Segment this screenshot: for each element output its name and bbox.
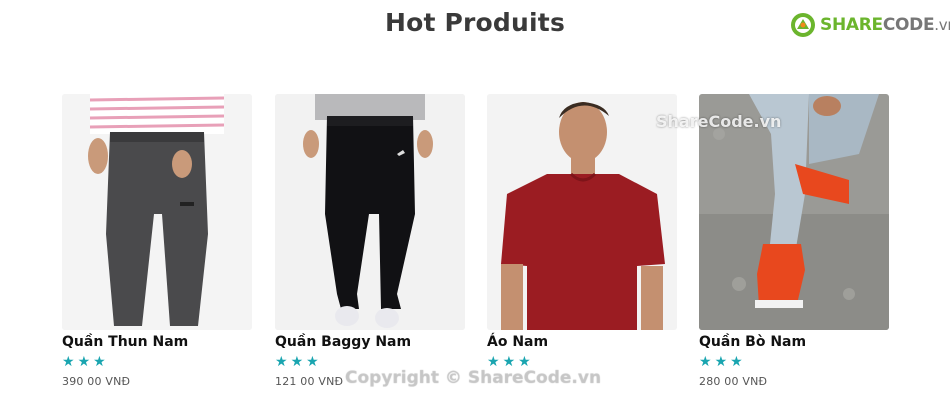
rating-stars: ★ ★ ★ — [699, 354, 889, 370]
product-card[interactable]: Quần Baggy Nam ★ ★ ★ 121 00 VNĐ — [275, 94, 465, 388]
watermark-center: ShareCode.vn — [656, 112, 782, 131]
product-card[interactable]: Quần Bò Nam ★ ★ ★ 280 00 VNĐ — [699, 94, 889, 388]
star-icon: ★ — [730, 354, 743, 370]
sharecode-logo-icon — [791, 13, 815, 37]
star-icon: ★ — [306, 354, 319, 370]
star-icon: ★ — [714, 354, 728, 370]
logo-vn-text: .vn — [934, 16, 950, 34]
product-image-black-pants[interactable] — [275, 94, 465, 330]
star-icon: ★ — [93, 354, 106, 370]
star-icon: ★ — [290, 354, 304, 370]
star-icon: ★ — [77, 354, 91, 370]
product-card[interactable]: Quần Thun Nam ★ ★ ★ 390 00 VNĐ — [62, 94, 252, 388]
product-name[interactable]: Quần Baggy Nam — [275, 332, 465, 352]
sharecode-logo[interactable]: SHARECODE.vn — [790, 12, 950, 38]
product-name[interactable]: Áo Nam — [487, 332, 677, 352]
logo-code-text: CODE — [882, 15, 935, 35]
product-image-red-tshirt[interactable] — [487, 94, 677, 330]
product-name[interactable]: Quần Bò Nam — [699, 332, 889, 352]
product-name[interactable]: Quần Thun Nam — [62, 332, 252, 352]
star-icon: ★ — [275, 354, 288, 370]
star-icon: ★ — [699, 354, 712, 370]
product-grid: Quần Thun Nam ★ ★ ★ 390 00 VNĐ Quần Bagg — [62, 94, 890, 394]
star-icon: ★ — [62, 354, 75, 370]
watermark-copyright: Copyright © ShareCode.vn — [345, 368, 602, 388]
product-image-grey-pants[interactable] — [62, 94, 252, 330]
product-card[interactable]: Áo Nam ★ ★ ★ — [487, 94, 677, 375]
logo-share-text: SHARE — [820, 15, 883, 35]
product-price: 390 00 VNĐ — [62, 375, 131, 388]
rating-stars: ★ ★ ★ — [62, 354, 252, 370]
product-price: 280 00 VNĐ — [699, 375, 768, 388]
